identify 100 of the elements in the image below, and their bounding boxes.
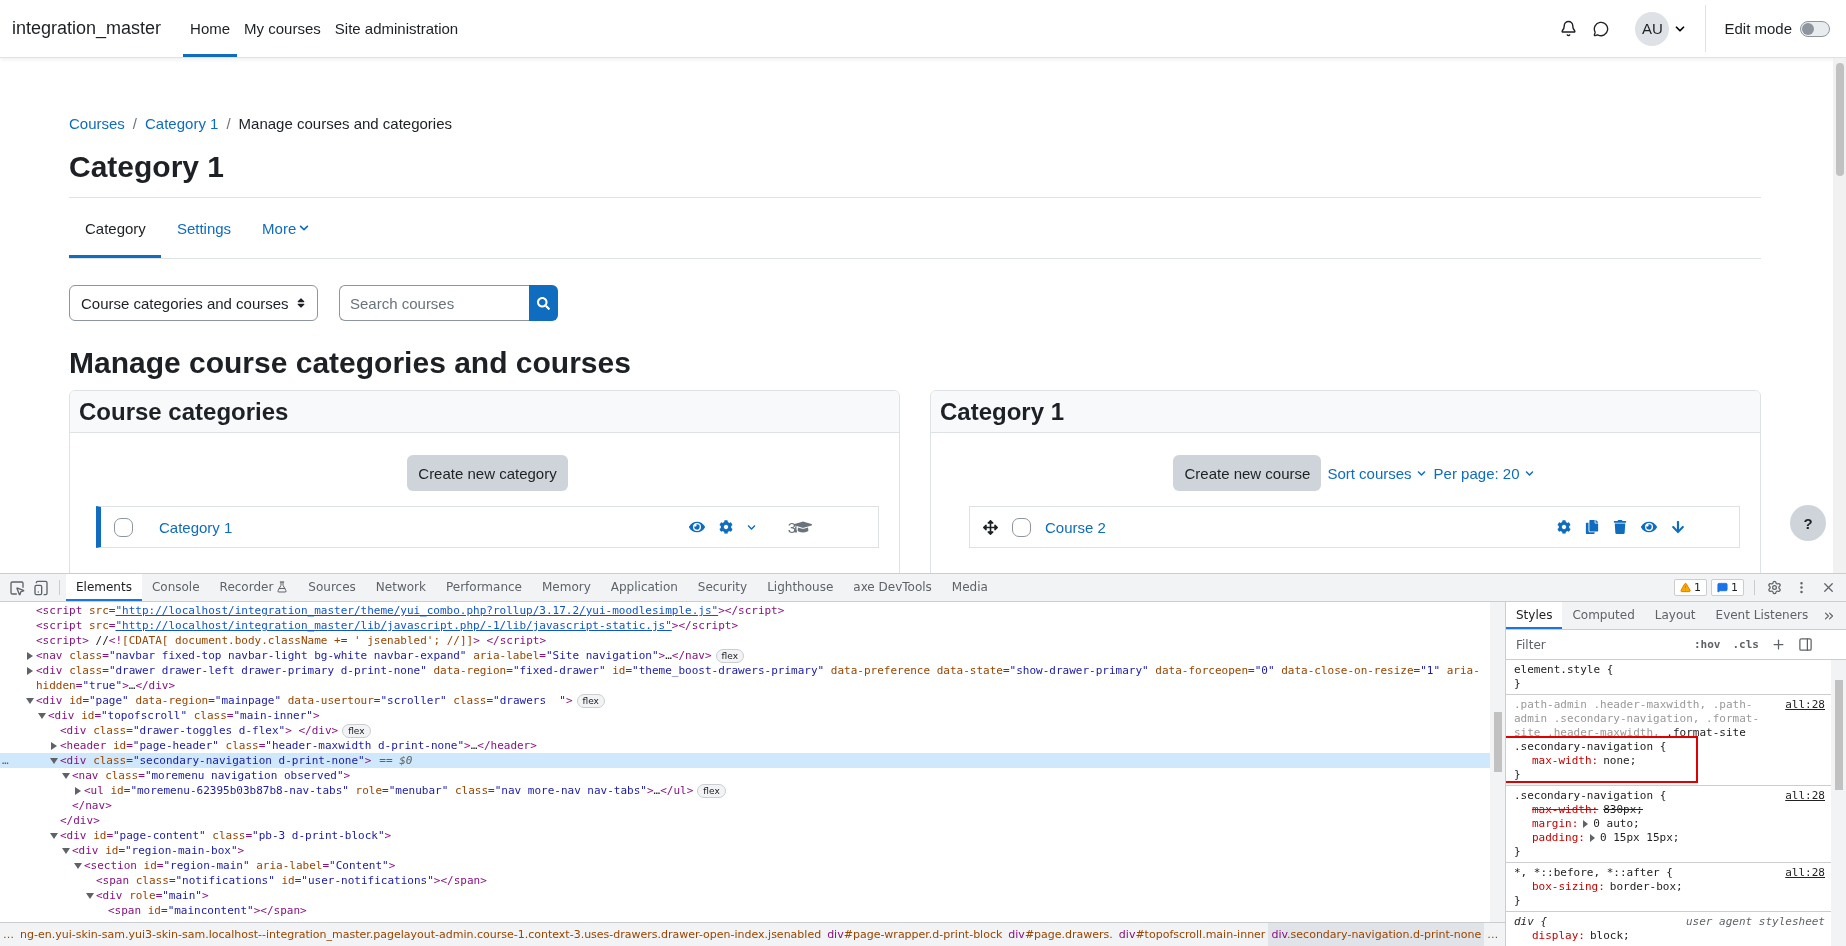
dom-breadcrumb[interactable]: ng-en.yui-skin-sam.yui3-skin-sam.localhost--integration_master.pagelayout-admin.course-1.context-3.uses-drawers.drawer-open-index.jsenabled xyxy=(17,923,825,946)
dom-tree-row[interactable]: <div class="drawer-toggles d-flex"> </div> flex xyxy=(0,723,1490,738)
disclosure-triangle-icon[interactable] xyxy=(62,847,70,854)
styles-tab[interactable]: Event Listeners xyxy=(1705,602,1819,629)
dom-tree-row[interactable]: <span class="notifications" id="user-notifications"></span> xyxy=(0,873,1490,888)
css-property[interactable]: margin: xyxy=(1532,817,1579,831)
styles-tab[interactable]: Computed xyxy=(1562,602,1645,629)
disclosure-triangle-icon[interactable] xyxy=(27,666,33,675)
dom-breadcrumb[interactable]: div#page.drawers. xyxy=(1005,923,1116,946)
flex-badge[interactable]: flex xyxy=(576,694,605,708)
expand-triangle-icon[interactable] xyxy=(1590,834,1595,842)
dom-tree-row[interactable]: <div id="page-content" class="pb-3 d-print-block"> xyxy=(0,828,1490,843)
disclosure-triangle-icon[interactable] xyxy=(38,712,46,719)
warnings-counter[interactable]: 1 xyxy=(1674,579,1707,596)
more-dots[interactable]: … xyxy=(2,753,9,768)
css-value[interactable]: block; xyxy=(1590,929,1630,943)
dom-tree-row[interactable]: <script> //<![CDATA[ document.body.className += ' jsenabled'; //]]> </script> xyxy=(0,633,1490,648)
dom-breadcrumb[interactable]: … xyxy=(1484,923,1502,946)
devtools-tab[interactable]: Elements xyxy=(66,574,142,601)
per-page-dropdown[interactable]: Per page: 20 xyxy=(1431,464,1536,482)
disclosure-triangle-icon[interactable] xyxy=(50,832,58,839)
disclosure-triangle-icon[interactable] xyxy=(50,757,58,764)
css-property[interactable]: max-width: xyxy=(1532,754,1599,768)
devtools-tab[interactable]: Performance xyxy=(435,574,532,601)
styles-tab[interactable]: Styles xyxy=(1506,602,1563,629)
site-brand[interactable]: integration_master xyxy=(12,18,162,39)
devtools-tab[interactable]: Network xyxy=(365,574,436,601)
disclosure-triangle-icon[interactable] xyxy=(75,786,81,795)
expand-triangle-icon[interactable] xyxy=(1583,820,1589,828)
devtools-tab[interactable]: Recorder xyxy=(209,574,299,601)
help-button[interactable]: ? xyxy=(1790,505,1826,541)
styles-tab[interactable]: Layout xyxy=(1644,602,1706,629)
devtools-tab[interactable]: Sources xyxy=(298,574,366,601)
dom-breadcrumb[interactable]: … xyxy=(0,923,17,946)
devtools-tab[interactable]: axe DevTools xyxy=(843,574,942,601)
checkbox[interactable] xyxy=(1012,517,1031,537)
disclosure-triangle-icon[interactable] xyxy=(74,862,82,869)
messages-counter[interactable]: 1 xyxy=(1711,579,1744,596)
dom-tree-row[interactable]: <div id="topofscroll" class="main-inner"> xyxy=(0,708,1490,723)
flex-badge[interactable]: flex xyxy=(715,649,744,663)
dom-breadcrumb[interactable]: div#page-wrapper.d-print-block xyxy=(824,923,1006,946)
css-value[interactable]: 0 15px 15px; xyxy=(1600,831,1680,845)
user-menu[interactable]: AU xyxy=(1635,11,1688,46)
search-button[interactable] xyxy=(529,285,558,321)
dom-tree-row[interactable]: <script src="http://localhost/integration_master/lib/javascript.php/-1/lib/javascript-static.js"></script> xyxy=(0,618,1490,633)
sidebar-toggle-icon[interactable] xyxy=(1796,637,1815,652)
flex-badge[interactable]: flex xyxy=(342,724,371,738)
css-property[interactable]: box-sizing: xyxy=(1532,880,1605,894)
css-value[interactable]: none; xyxy=(1603,754,1637,768)
devtools-tab[interactable]: Application xyxy=(600,574,688,601)
devtools-tab[interactable]: Console xyxy=(141,574,210,601)
view-select[interactable]: Course categories and courses xyxy=(69,285,318,321)
dom-tree-row[interactable]: <div id="region-main-box"> xyxy=(0,843,1490,858)
css-value[interactable]: 0 auto; xyxy=(1593,817,1640,831)
hover-state-toggle[interactable]: :hov xyxy=(1692,638,1723,651)
dom-breadcrumb[interactable]: div.secondary-navigation.d-print-none xyxy=(1268,923,1485,946)
dom-breadcrumb[interactable]: div#topofscroll.main-inner xyxy=(1115,923,1269,946)
class-toggle[interactable]: .cls xyxy=(1730,638,1761,651)
scrollbar-thumb[interactable] xyxy=(1835,63,1844,176)
source-link[interactable]: user agent stylesheet xyxy=(1685,915,1825,929)
dom-tree-row[interactable]: <nav class="navbar fixed-top navbar-light bg-white navbar-expand" aria-label="Site navigation">…</nav> flex xyxy=(0,648,1490,663)
css-value[interactable]: border-box; xyxy=(1609,880,1683,894)
disclosure-triangle-icon[interactable] xyxy=(62,772,70,779)
source-link[interactable]: all:28 xyxy=(1785,789,1825,803)
dom-tree-row[interactable]: <script src="http://localhost/integration_master/theme/yui_combo.php?rollup/3.17.2/yui-moodlesimple.js"></script> xyxy=(0,603,1490,618)
scrollbar-thumb[interactable] xyxy=(1834,680,1843,790)
category-row[interactable]: Category 1 3 xyxy=(96,506,879,548)
devtools-tab[interactable]: Memory xyxy=(532,574,601,601)
breadcrumb-link[interactable]: Courses xyxy=(69,113,125,135)
breadcrumb-link[interactable]: Category 1 xyxy=(145,113,219,135)
course-link[interactable]: Course 2 xyxy=(1045,518,1543,536)
dom-tree-row[interactable]: <div role="main"> xyxy=(0,888,1490,903)
devtools-tab[interactable]: Lighthouse xyxy=(757,574,844,601)
source-link[interactable]: all:28 xyxy=(1785,866,1825,880)
nav-link[interactable]: My courses xyxy=(237,0,328,57)
checkbox[interactable] xyxy=(114,517,133,537)
dom-tree-row[interactable]: <div id="page" data-region="mainpage" data-usertour="scroller" class="drawers "> flex xyxy=(0,693,1490,708)
page-tab[interactable]: More xyxy=(246,198,325,258)
css-property[interactable]: max-width: xyxy=(1532,803,1599,817)
sort-courses-dropdown[interactable]: Sort courses xyxy=(1325,464,1428,482)
css-property[interactable]: padding: xyxy=(1532,831,1585,845)
dom-tree-row[interactable]: <section id="region-main" aria-label="Content"> xyxy=(0,858,1490,873)
search-field[interactable]: Search courses xyxy=(339,285,529,321)
edit-mode-switch[interactable] xyxy=(1800,20,1830,37)
category-link[interactable]: Category 1 xyxy=(159,518,675,536)
disclosure-triangle-icon[interactable] xyxy=(26,697,34,704)
source-link[interactable]: all:28 xyxy=(1785,698,1825,712)
dom-tree-row[interactable]: <nav class="moremenu navigation observed"> xyxy=(0,768,1490,783)
course-row[interactable]: Course 2 xyxy=(969,506,1740,548)
flex-badge[interactable]: flex xyxy=(697,784,726,798)
create-category-button[interactable]: Create new category xyxy=(407,455,568,491)
dom-tree-row[interactable]: … <div class="secondary-navigation d-print-none"> == $0 xyxy=(0,753,1490,768)
page-tab[interactable]: Settings xyxy=(160,198,247,258)
disclosure-triangle-icon[interactable] xyxy=(86,892,94,899)
nav-link[interactable]: Site administration xyxy=(327,0,466,57)
nav-link[interactable]: Home xyxy=(183,0,238,57)
dom-tree-row[interactable]: <ul id="moremenu-62395b03b87b8-nav-tabs" role="menubar" class="nav more-nav nav-tabs">…</ul> flex xyxy=(0,783,1490,798)
devtools-tab[interactable]: Media xyxy=(941,574,998,601)
disclosure-triangle-icon[interactable] xyxy=(27,651,33,660)
devtools-tab[interactable]: Security xyxy=(687,574,758,601)
